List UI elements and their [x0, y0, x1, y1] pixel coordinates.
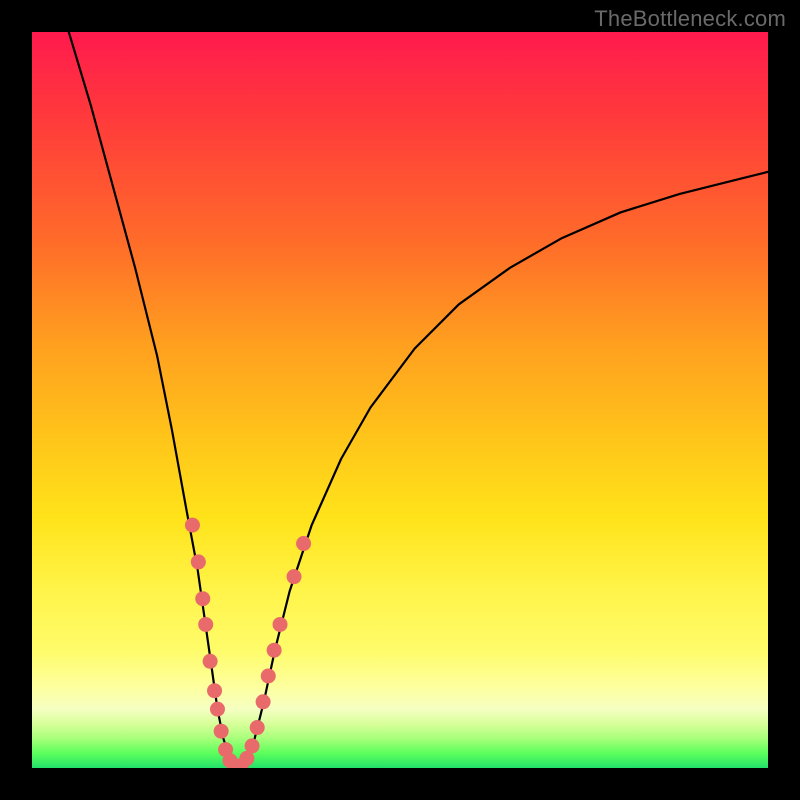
- sample-point: [296, 536, 311, 551]
- sample-point: [210, 702, 225, 717]
- sample-point: [267, 643, 282, 658]
- sample-point: [195, 591, 210, 606]
- sample-point: [191, 554, 206, 569]
- sample-point: [256, 694, 271, 709]
- sample-point: [287, 569, 302, 584]
- sample-point: [207, 683, 222, 698]
- chart-frame: TheBottleneck.com: [0, 0, 800, 800]
- sample-point: [261, 669, 276, 684]
- sample-point: [250, 720, 265, 735]
- sample-points-group: [185, 518, 311, 768]
- plot-area: [32, 32, 768, 768]
- sample-point: [245, 738, 260, 753]
- bottleneck-curve: [69, 32, 768, 768]
- sample-point: [273, 617, 288, 632]
- sample-point: [198, 617, 213, 632]
- sample-point: [185, 518, 200, 533]
- chart-svg: [32, 32, 768, 768]
- watermark-text: TheBottleneck.com: [594, 6, 786, 32]
- sample-point: [203, 654, 218, 669]
- sample-point: [214, 724, 229, 739]
